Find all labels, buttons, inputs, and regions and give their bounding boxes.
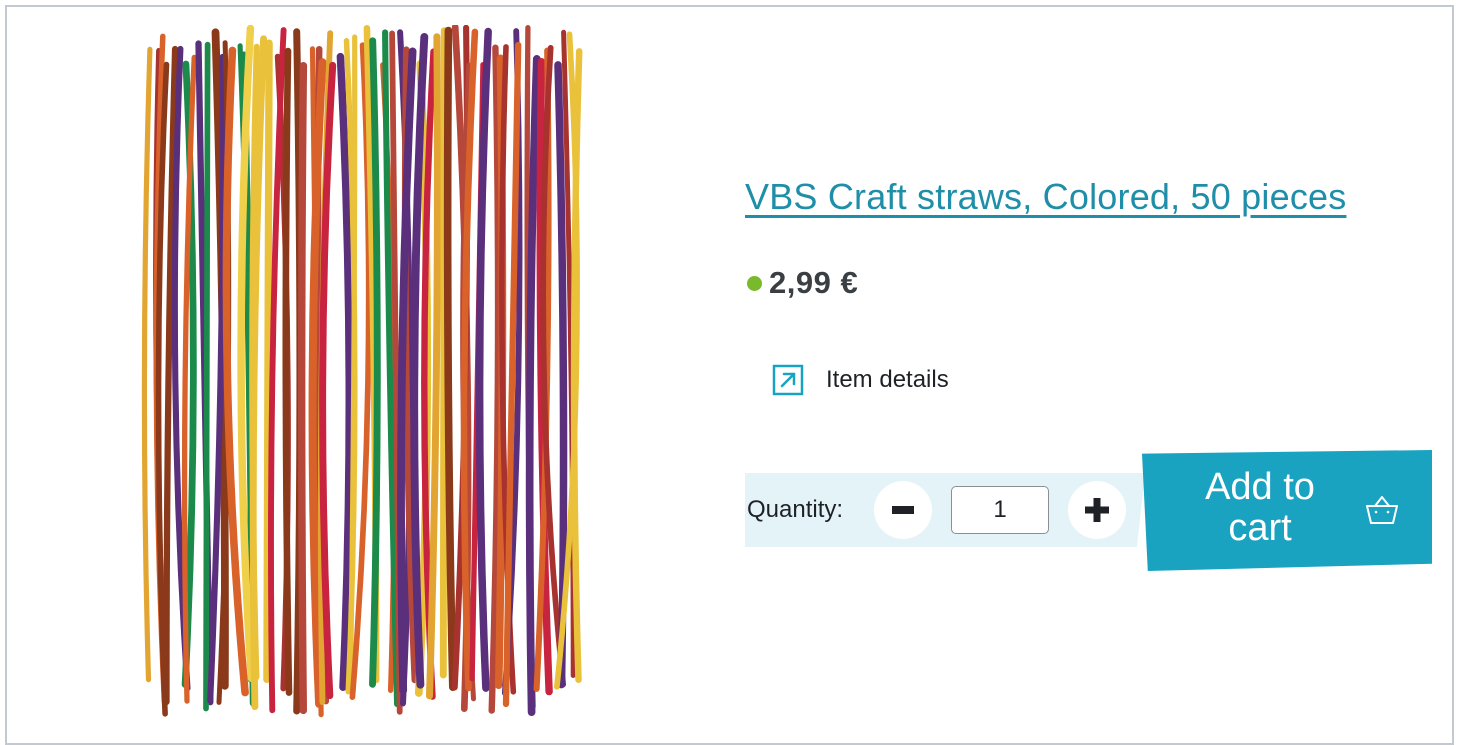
minus-icon [892,506,914,514]
straw [554,61,568,689]
straw [443,26,457,691]
basket-icon [1366,496,1398,524]
product-price: 2,99 € [769,265,859,300]
straw [475,27,492,692]
quantity-increment-button[interactable] [1068,481,1126,539]
item-details-link[interactable]: Item details [772,364,949,396]
straw [203,41,211,712]
straw [268,27,287,714]
quantity-input[interactable] [951,486,1049,534]
product-title-link[interactable]: VBS Craft straws, Colored, 50 pieces [745,176,1346,218]
quantity-label: Quantity: [747,496,844,523]
straw [297,62,308,715]
straw [282,47,293,696]
product-image[interactable] [132,25,606,719]
price-row: 2,99 € [747,265,858,301]
item-details-label: Item details [826,366,949,393]
straw [336,52,354,691]
straw [525,55,541,717]
straw [141,46,153,683]
add-to-cart-label: Add to cart [1205,466,1315,549]
external-link-arrow-icon [772,364,804,396]
add-to-cart-button[interactable]: Add to cart [1142,450,1432,571]
quantity-decrement-button[interactable] [874,481,932,539]
plus-icon [1085,498,1109,522]
availability-dot [747,275,762,291]
